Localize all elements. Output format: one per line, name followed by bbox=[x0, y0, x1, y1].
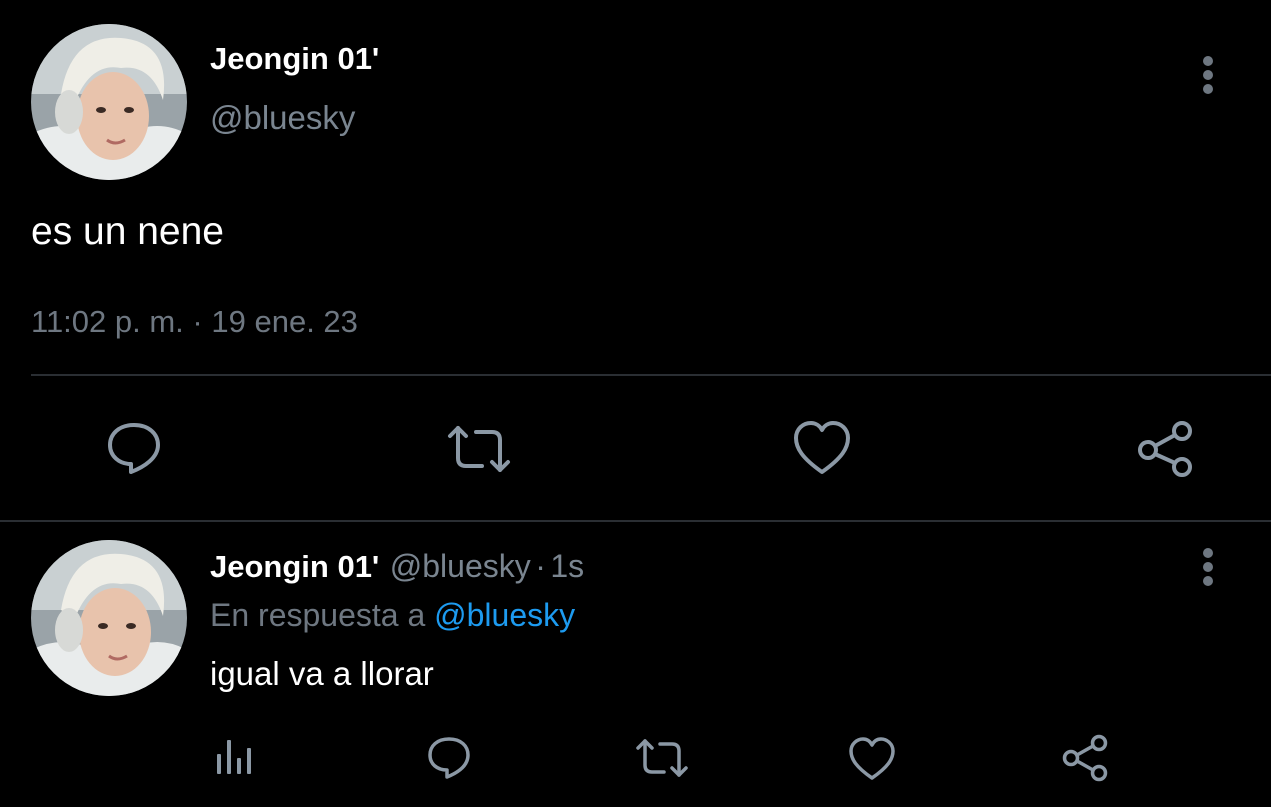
tweet-timestamp[interactable]: 11:02 p. m. · 19 ene. 23 bbox=[31, 304, 358, 340]
avatar-photo bbox=[31, 24, 187, 180]
reply-icon[interactable] bbox=[104, 420, 164, 478]
author-handle[interactable]: @bluesky bbox=[210, 99, 355, 137]
reply-more-options-icon[interactable] bbox=[1198, 545, 1218, 589]
reply-header-separator: · bbox=[535, 548, 546, 584]
divider bbox=[31, 374, 1271, 376]
author-display-name[interactable]: Jeongin 01' bbox=[210, 41, 379, 77]
tweet-date: 19 ene. 23 bbox=[211, 304, 358, 339]
tweet-time: 11:02 p. m. bbox=[31, 304, 184, 339]
reply-like-icon[interactable] bbox=[848, 737, 896, 781]
tweet-text: es un nene bbox=[31, 210, 225, 253]
reply-reply-icon[interactable] bbox=[425, 736, 473, 780]
avatar-photo bbox=[31, 540, 187, 696]
reply-context-prefix: En respuesta a bbox=[210, 597, 426, 633]
more-options-icon[interactable] bbox=[1198, 53, 1218, 97]
reply-retweet-icon[interactable] bbox=[634, 738, 690, 778]
retweet-icon[interactable] bbox=[444, 424, 514, 474]
analytics-icon[interactable] bbox=[214, 738, 256, 778]
like-icon[interactable] bbox=[792, 420, 852, 476]
reply-context: En respuesta a @bluesky bbox=[210, 597, 575, 634]
tweet-thread: Jeongin 01' @bluesky es un nene 11:02 p.… bbox=[0, 0, 1271, 807]
reply-text: igual va a llorar bbox=[210, 655, 434, 692]
reply-author-handle[interactable]: @bluesky bbox=[390, 548, 531, 584]
reply-to-link[interactable]: @bluesky bbox=[434, 597, 575, 633]
reply-share-icon[interactable] bbox=[1060, 734, 1110, 782]
reply-age[interactable]: 1s bbox=[550, 548, 584, 584]
timestamp-separator: · bbox=[192, 304, 203, 339]
reply-avatar[interactable] bbox=[31, 540, 187, 696]
avatar[interactable] bbox=[31, 24, 187, 180]
reply-header: Jeongin 01' @bluesky · 1s bbox=[210, 548, 584, 585]
divider bbox=[0, 520, 1271, 522]
share-icon[interactable] bbox=[1134, 419, 1196, 479]
reply-author-display-name[interactable]: Jeongin 01' bbox=[210, 549, 379, 584]
